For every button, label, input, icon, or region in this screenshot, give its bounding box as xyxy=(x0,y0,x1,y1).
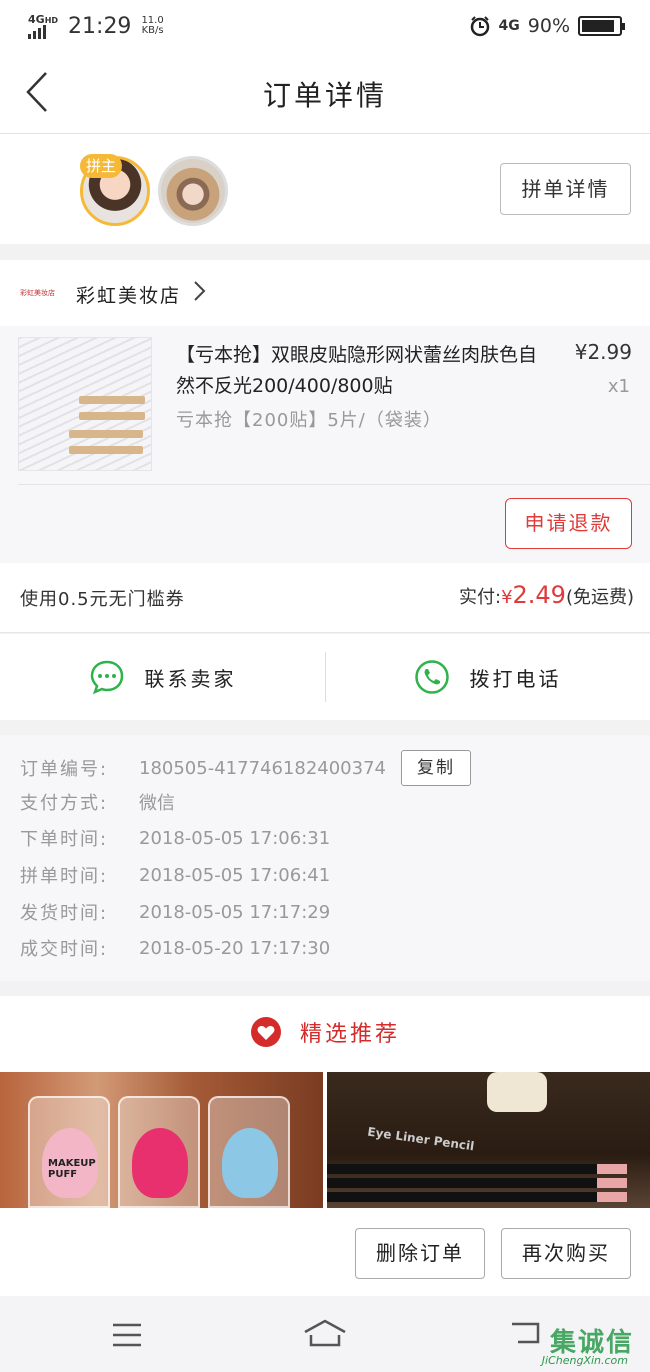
phone-icon xyxy=(414,660,449,694)
paid-value: 2.49 xyxy=(512,581,566,609)
info-row-order-id: 订单编号: 180505-417746182400374 xyxy=(20,753,386,783)
recommend-title: 精选推荐 xyxy=(299,1022,400,1047)
product-label: MAKEUP PUFF xyxy=(48,1158,96,1180)
contact-row: 联系卖家 拨打电话 xyxy=(0,634,650,720)
recommend-header: 精选推荐 xyxy=(0,1016,650,1048)
contact-seller-label: 联系卖家 xyxy=(144,666,237,691)
info-value: 2018-05-20 17:17:30 xyxy=(139,937,331,959)
info-row-order-time: 下单时间: 2018-05-05 17:06:31 xyxy=(20,823,330,853)
product-label: Eye Liner Pencil xyxy=(366,1124,476,1154)
store-row[interactable]: 彩虹美妆店 彩虹美妆店 xyxy=(0,260,650,326)
group-detail-button[interactable]: 拼单详情 xyxy=(500,163,631,215)
watermark-sub: JiChengXin.com xyxy=(541,1354,628,1367)
info-label: 拼单时间: xyxy=(20,866,109,887)
currency-symbol: ¥ xyxy=(501,587,513,608)
info-value: 2018-05-05 17:06:41 xyxy=(139,864,331,886)
status-right: 4G 90% xyxy=(469,15,625,37)
home-icon[interactable] xyxy=(303,1318,347,1348)
heart-icon xyxy=(250,1017,281,1047)
info-row-ship-time: 发货时间: 2018-05-05 17:17:29 xyxy=(20,897,330,927)
host-badge: 拼主 xyxy=(80,154,122,178)
product-title: 【亏本抢】双眼皮贴隐形网状蕾丝肉肤色自然不反光200/400/800贴 xyxy=(176,344,538,397)
nav-bar: 订单详情 xyxy=(0,52,650,134)
paid-amount: 实付:¥2.49(免运费) xyxy=(459,581,634,609)
store-logo: 彩虹美妆店 xyxy=(20,289,55,297)
info-value: 微信 xyxy=(139,793,175,814)
status-left: 4GHD 21:29 11.0 KB/s xyxy=(28,14,164,39)
clock: 21:29 xyxy=(68,13,132,39)
product-quantity: x1 xyxy=(607,376,630,397)
info-value: 2018-05-05 17:06:31 xyxy=(139,827,331,849)
info-value: 180505-417746182400374 xyxy=(139,757,386,779)
group-section: 拼主 拼单详情 xyxy=(0,134,650,244)
status-bar: 4GHD 21:29 11.0 KB/s 4G 90% xyxy=(0,0,650,52)
action-bar: 删除订单 再次购买 xyxy=(0,1208,650,1296)
page-title: 订单详情 xyxy=(262,79,387,112)
watermark-logo: 集诚信 JiChengXin.com xyxy=(522,1322,634,1370)
order-info: 订单编号: 180505-417746182400374 复制 支付方式: 微信… xyxy=(0,735,650,981)
product-price: ¥2.99 xyxy=(574,340,632,364)
network-speed: 11.0 KB/s xyxy=(141,16,163,36)
signal-icon xyxy=(28,24,58,39)
info-row-deal-time: 成交时间: 2018-05-20 17:17:30 xyxy=(20,933,330,963)
divider xyxy=(18,484,650,485)
contact-seller-button[interactable]: 联系卖家 xyxy=(0,634,325,720)
network-type-right: 4G xyxy=(498,18,520,34)
coupon-text: 使用0.5元无门槛券 xyxy=(20,589,185,610)
network-sup: HD xyxy=(44,15,59,25)
paid-label: 实付: xyxy=(458,587,502,608)
info-label: 成交时间: xyxy=(20,939,109,960)
refund-button[interactable]: 申请退款 xyxy=(505,498,632,549)
product-card[interactable]: 【亏本抢】双眼皮贴隐形网状蕾丝肉肤色自然不反光200/400/800贴 ¥2.9… xyxy=(0,326,650,563)
battery-icon xyxy=(578,16,625,36)
menu-icon[interactable] xyxy=(111,1322,143,1348)
buy-again-button[interactable]: 再次购买 xyxy=(501,1228,631,1279)
info-row-group-time: 拼单时间: 2018-05-05 17:06:41 xyxy=(20,860,330,890)
recommend-item[interactable]: Eye Liner Pencil xyxy=(327,1072,650,1208)
delete-order-button[interactable]: 删除订单 xyxy=(355,1228,485,1279)
copy-button[interactable]: 复制 xyxy=(401,750,471,786)
info-label: 支付方式: xyxy=(20,793,109,814)
info-label: 发货时间: xyxy=(20,903,109,924)
battery-fill xyxy=(582,20,615,32)
info-label: 订单编号: xyxy=(20,759,109,780)
product-spec: 亏本抢【200贴】5片/（袋装） xyxy=(176,410,442,431)
recommend-item[interactable]: MAKEUP PUFF xyxy=(0,1072,323,1208)
network-indicator: 4GHD xyxy=(28,14,58,39)
info-row-payment-method: 支付方式: 微信 xyxy=(20,787,175,817)
speed-unit: KB/s xyxy=(141,25,164,36)
info-value: 2018-05-05 17:17:29 xyxy=(139,901,331,923)
chat-icon xyxy=(90,660,123,695)
chevron-right-icon xyxy=(194,281,206,301)
payment-row: 使用0.5元无门槛券 实付:¥2.49(免运费) xyxy=(0,563,650,633)
recommend-section: 精选推荐 MAKEUP PUFF Eye Liner Pencil xyxy=(0,996,650,1208)
info-label: 下单时间: xyxy=(20,829,109,850)
store-name: 彩虹美妆店 xyxy=(76,285,182,307)
call-button[interactable]: 拨打电话 xyxy=(325,634,650,720)
battery-percent: 90% xyxy=(527,15,570,37)
shipping-note: (免运费) xyxy=(565,587,634,608)
alarm-icon xyxy=(470,16,489,37)
call-label: 拨打电话 xyxy=(469,666,562,691)
system-nav-bar: 集诚信 JiChengXin.com xyxy=(0,1296,650,1372)
product-thumbnail[interactable] xyxy=(18,337,152,471)
avatar-member[interactable] xyxy=(158,156,228,226)
